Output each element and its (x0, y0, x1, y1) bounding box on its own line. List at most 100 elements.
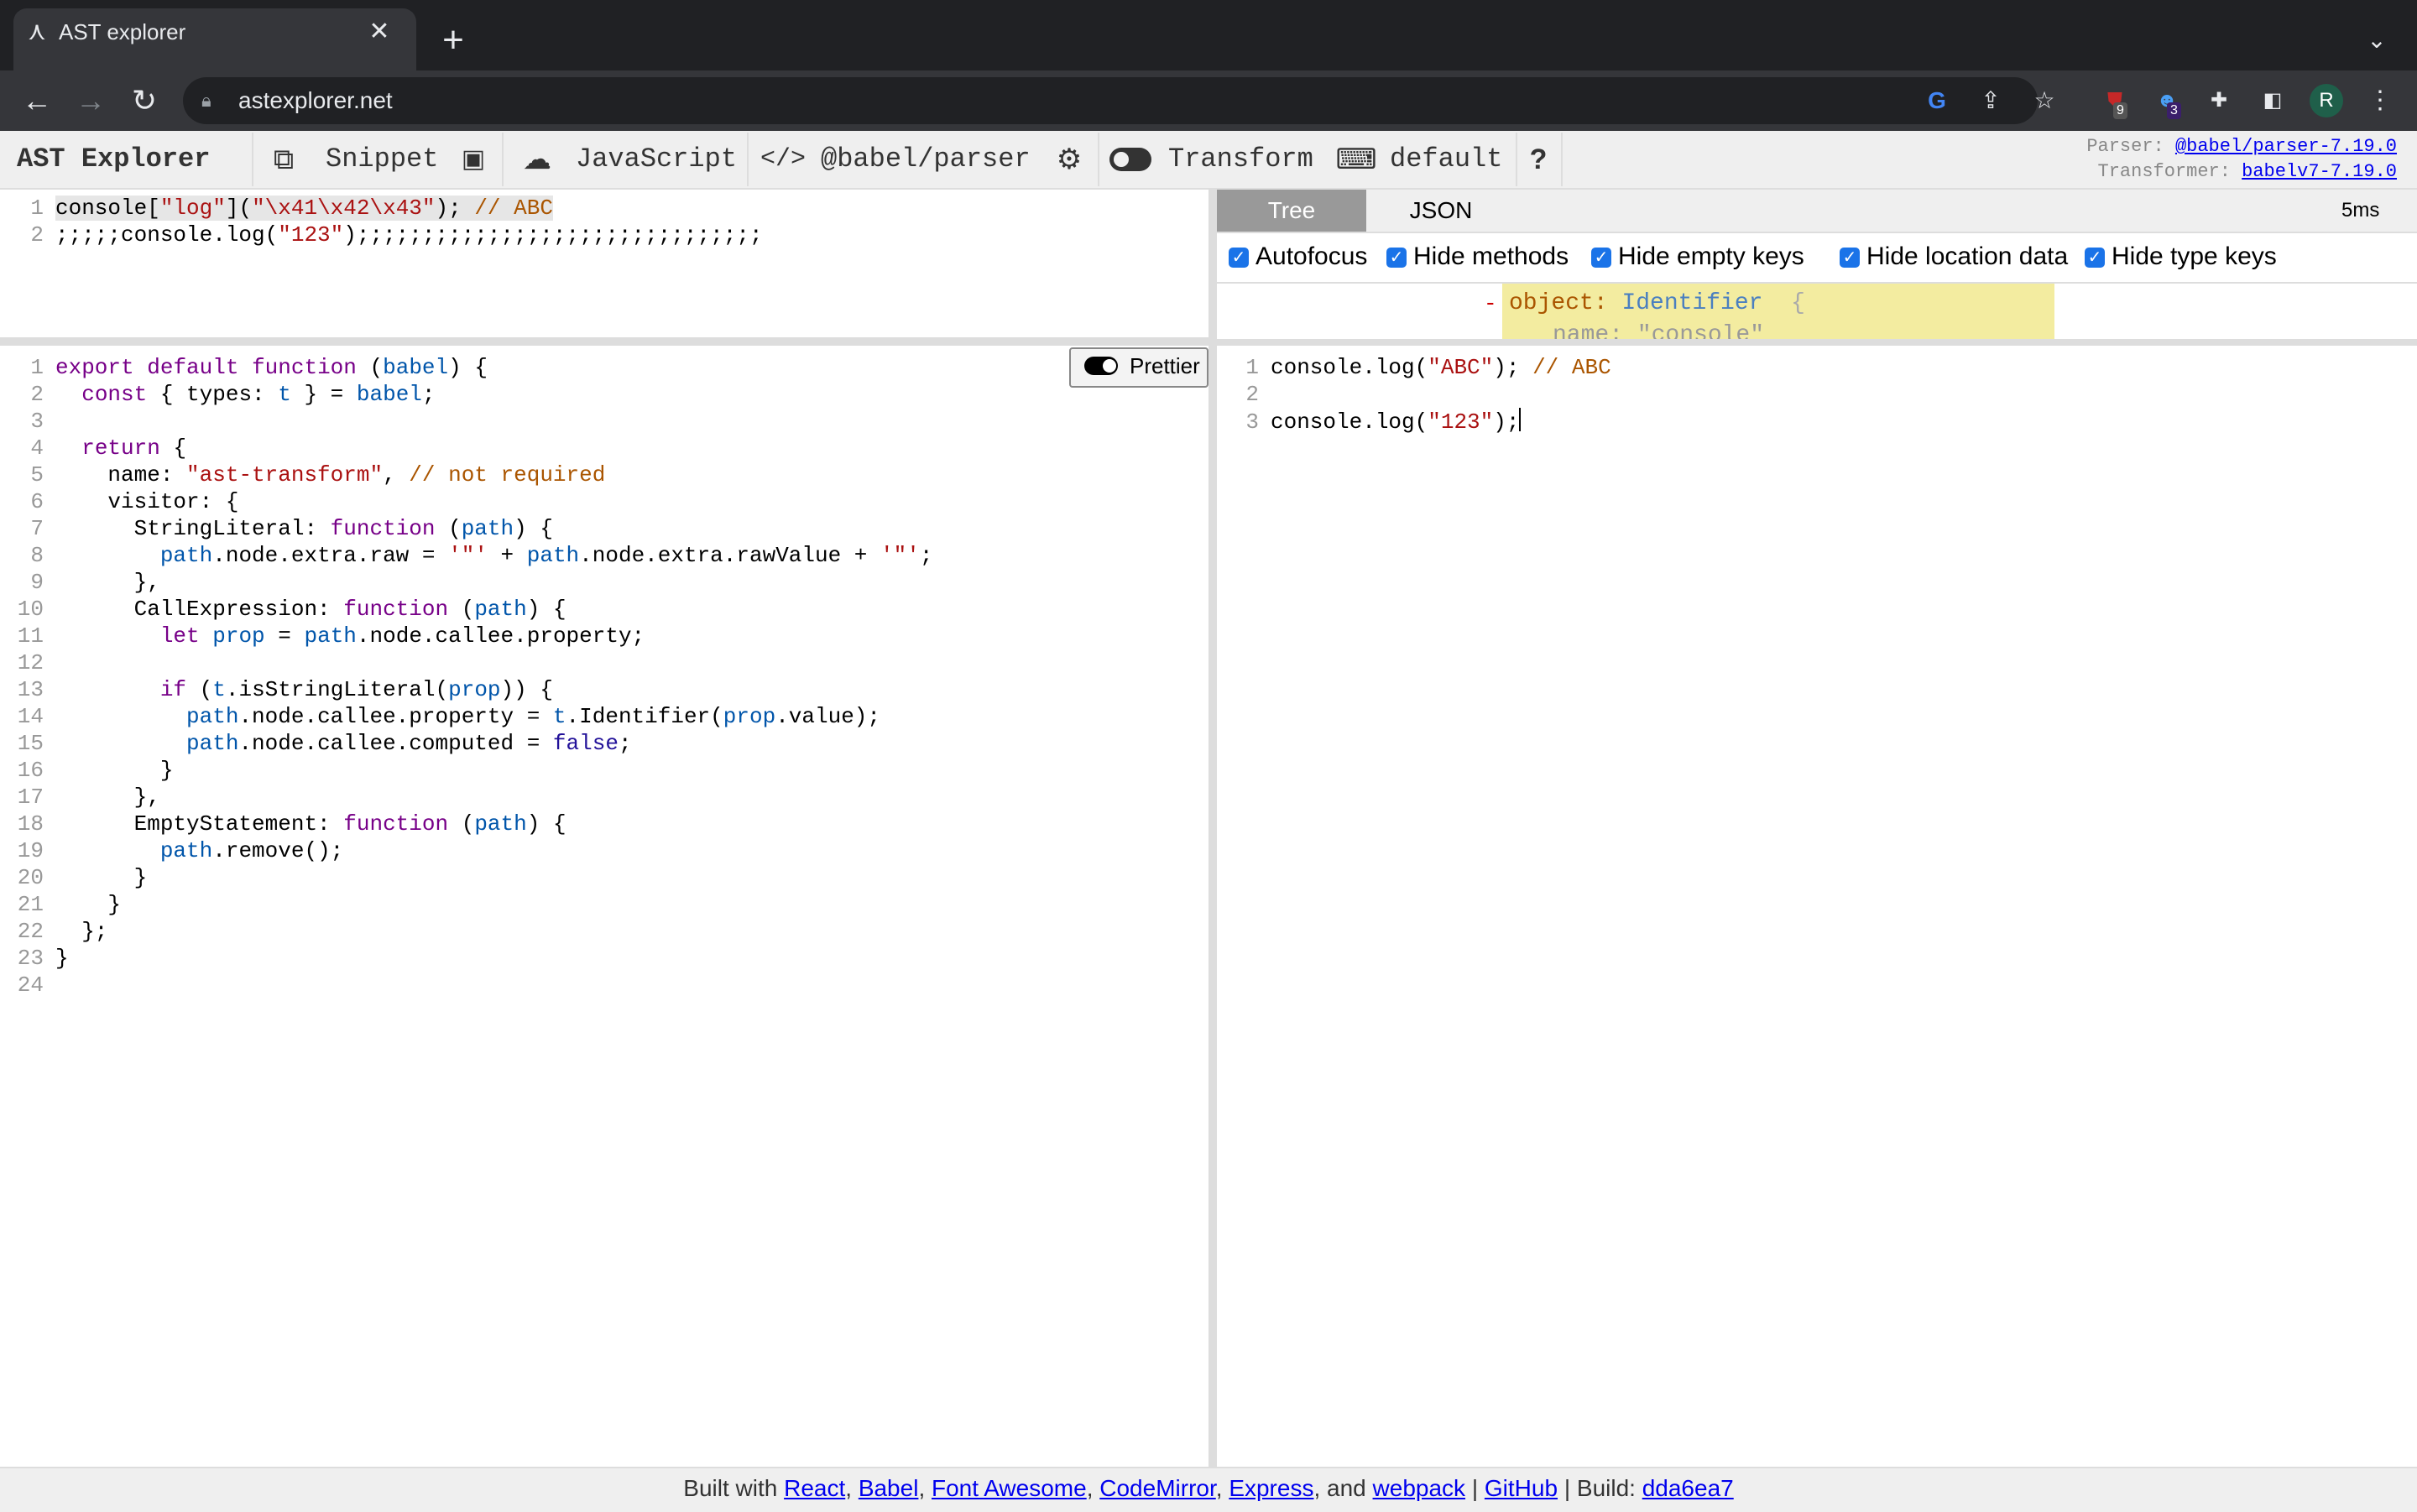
code-line[interactable]: 10 CallExpression: function (path) { (0, 596, 566, 623)
google-lens-icon[interactable]: G (1920, 84, 1954, 117)
horizontal-splitter[interactable] (0, 337, 1208, 346)
collapse-toggle-icon[interactable]: - (1484, 290, 1497, 317)
option-hide-empty-keys[interactable]: ✓ Hide empty keys (1591, 240, 1804, 274)
code-line[interactable]: 12 (0, 649, 55, 676)
code-line[interactable]: 6 visitor: { (0, 488, 238, 515)
line-number: 5 (30, 462, 44, 487)
tab-search-chevron-icon[interactable]: ⌄ (2360, 23, 2394, 57)
code-icon[interactable]: </> (760, 141, 806, 178)
footer-build-hash[interactable]: dda6ea7 (1642, 1475, 1734, 1501)
line-number: 7 (30, 516, 44, 541)
code-line[interactable]: 4 return { (0, 435, 186, 461)
code-line[interactable]: 18 EmptyStatement: function (path) { (0, 811, 566, 837)
option-hide-methods[interactable]: ✓ Hide methods (1386, 240, 1569, 274)
code-line[interactable]: 2 const { types: t } = babel; (0, 381, 436, 408)
extensions-puzzle-icon[interactable]: ✚ (2202, 84, 2236, 117)
keyboard-icon[interactable]: ⌨ (1334, 141, 1378, 178)
code-line[interactable]: 7 StringLiteral: function (path) { (0, 515, 553, 542)
footer-link-react[interactable]: React (784, 1475, 845, 1501)
forward-arrow-icon[interactable]: → (70, 81, 111, 121)
code-line[interactable]: 20 } (0, 864, 147, 891)
tree-node[interactable]: object: Identifier { (1509, 290, 1805, 317)
code-line[interactable]: 9 }, (0, 569, 160, 596)
option-hide-location-data[interactable]: ✓ Hide location data (1840, 240, 2068, 274)
browser-menu-icon[interactable]: ⋮ (2363, 84, 2397, 117)
code-text: }, (55, 785, 160, 810)
snippet-menu[interactable]: Snippet (326, 141, 438, 178)
snippet-file-icon[interactable]: ⧉ (267, 141, 300, 178)
back-arrow-icon[interactable]: ← (17, 81, 57, 121)
checkbox[interactable]: ✓ (1229, 248, 1249, 268)
footer-link-express[interactable]: Express (1229, 1475, 1313, 1501)
url-text[interactable]: astexplorer.net (238, 82, 393, 119)
toolbar-divider (747, 133, 749, 186)
parser-menu[interactable]: @babel/parser (821, 141, 1031, 178)
toolbar-divider (1561, 133, 1563, 186)
code-text: }, (55, 570, 160, 595)
lock-icon[interactable]: 🔒︎ (201, 89, 222, 112)
code-line[interactable]: 2 (1215, 381, 1271, 408)
code-line[interactable]: 14 path.node.callee.property = t.Identif… (0, 703, 880, 730)
bookmark-star-icon[interactable]: ☆ (2028, 84, 2061, 117)
line-number: 4 (30, 435, 44, 461)
code-text: console.log("123"); (1271, 408, 1522, 435)
reload-icon[interactable]: ↻ (124, 81, 164, 121)
code-line[interactable]: 17 }, (0, 784, 160, 811)
language-menu[interactable]: JavaScript (576, 141, 737, 178)
checkbox[interactable]: ✓ (1591, 248, 1611, 268)
option-autofocus[interactable]: ✓ Autofocus (1229, 240, 1367, 274)
code-line[interactable]: 21 } (0, 891, 121, 918)
address-bar[interactable] (183, 77, 2038, 124)
footer-link-github[interactable]: GitHub (1485, 1475, 1558, 1501)
footer-link-codemirror[interactable]: CodeMirror (1099, 1475, 1215, 1501)
keymap-menu[interactable]: default (1390, 141, 1502, 178)
code-line[interactable]: 5 name: "ast-transform", // not required (0, 461, 605, 488)
footer-link-font-awesome[interactable]: Font Awesome (932, 1475, 1087, 1501)
code-text: } (55, 865, 148, 890)
tab-close-icon[interactable]: ✕ (363, 15, 396, 49)
option-hide-type-keys[interactable]: ✓ Hide type keys (2085, 240, 2277, 274)
code-line[interactable]: 16 } (0, 757, 174, 784)
code-line[interactable]: 22 }; (0, 918, 108, 945)
tab-json[interactable]: JSON (1366, 190, 1516, 232)
cloud-icon[interactable]: ☁ (515, 141, 559, 178)
line-number: 11 (17, 623, 44, 649)
code-line[interactable]: 24 (0, 972, 55, 998)
profile-avatar[interactable]: R (2310, 84, 2343, 117)
parser-version-link[interactable]: @babel/parser-7.19.0 (2175, 136, 2397, 157)
output-code-editor[interactable] (1217, 346, 2417, 1467)
tab-tree[interactable]: Tree (1217, 190, 1366, 232)
horizontal-splitter[interactable] (1217, 339, 2417, 346)
code-line[interactable]: 23} (0, 945, 69, 972)
code-line[interactable]: 11 let prop = path.node.callee.property; (0, 623, 645, 649)
new-tab-icon[interactable]: + (435, 22, 472, 59)
footer-build-label: Build: (1576, 1475, 1636, 1501)
side-panel-icon[interactable]: ◧ (2256, 84, 2289, 117)
code-line[interactable]: 19 path.remove(); (0, 837, 344, 864)
code-line[interactable]: 3 (0, 408, 55, 435)
code-line[interactable]: 2 ;;;;;console.log("123");;;;;;;;;;;;;;;;… (0, 222, 762, 248)
footer-link-babel[interactable]: Babel (859, 1475, 919, 1501)
code-line[interactable]: 1 console.log("ABC"); // ABC (1215, 354, 1610, 381)
footer-link-webpack[interactable]: webpack (1373, 1475, 1466, 1501)
code-text: path.node.extra.raw = '"' + path.node.ex… (159, 543, 933, 568)
tree-node-type: Identifier (1621, 290, 1763, 316)
checkbox[interactable]: ✓ (2085, 248, 2105, 268)
code-line[interactable]: 13 if (t.isStringLiteral(prop)) { (0, 676, 553, 703)
parser-settings-gear-icon[interactable]: ⚙ (1052, 141, 1086, 178)
checkbox[interactable]: ✓ (1386, 248, 1407, 268)
tree-node-brace: { (1791, 290, 1805, 316)
transform-menu[interactable]: Transform (1168, 141, 1313, 178)
code-line[interactable]: 1 export default function (babel) { (0, 354, 488, 381)
share-icon[interactable]: ⇪ (1974, 84, 2007, 117)
code-line[interactable]: 15 path.node.callee.computed = false; (0, 730, 632, 757)
code-line[interactable]: 3 console.log("123"); (1215, 408, 1522, 435)
prettier-label[interactable]: Prettier (1130, 347, 1200, 384)
code-line[interactable]: 8 path.node.extra.raw = '"' + path.node.… (0, 542, 932, 569)
help-question-icon[interactable]: ? (1526, 141, 1551, 178)
save-icon[interactable]: ▣ (458, 141, 488, 178)
transformer-version-link[interactable]: babelv7-7.19.0 (2242, 161, 2397, 182)
checkbox[interactable]: ✓ (1840, 248, 1860, 268)
code-text: const { types: t } = babel; (81, 382, 436, 407)
code-line[interactable]: 1 console["log"]("\x41\x42\x43"); // ABC (0, 195, 553, 222)
